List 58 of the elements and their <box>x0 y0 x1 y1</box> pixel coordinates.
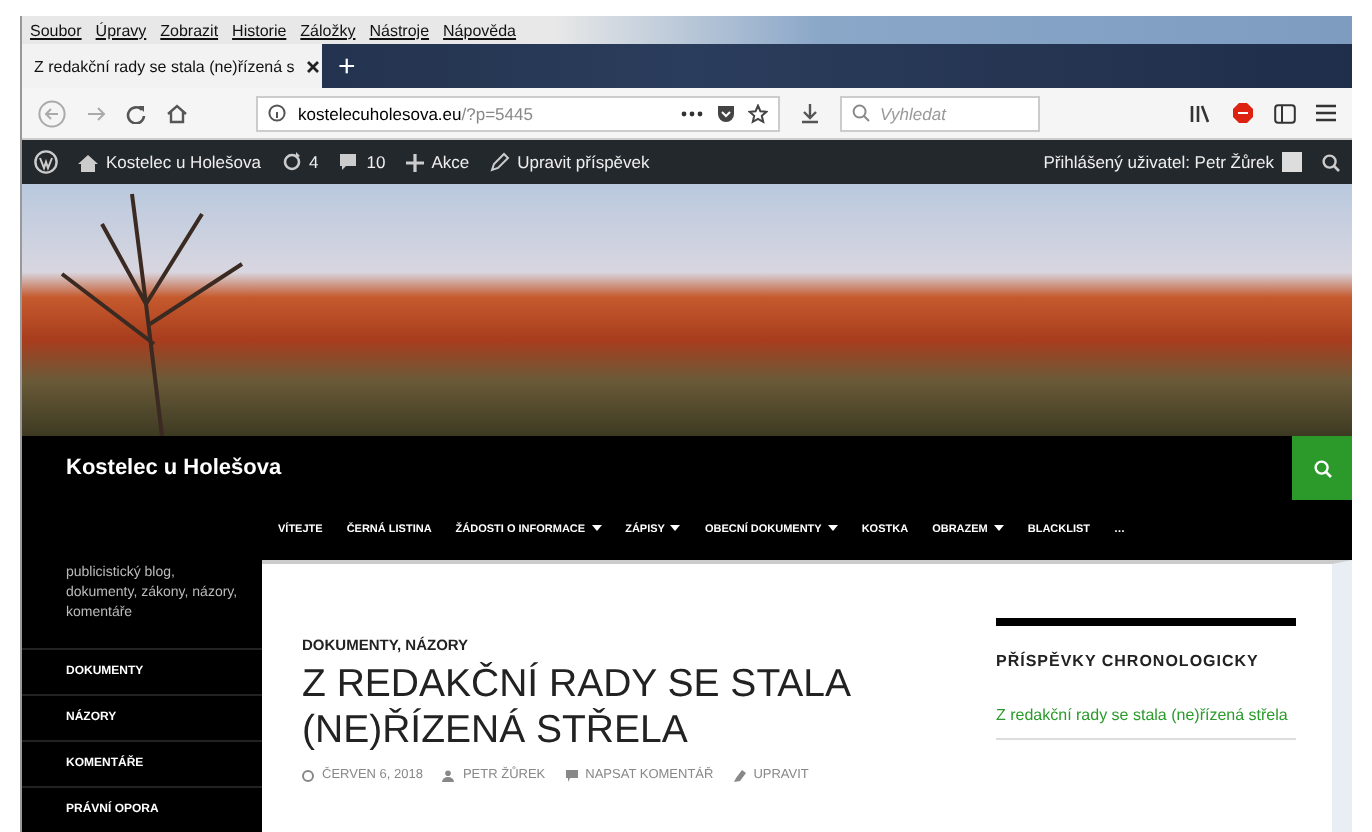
search-icon <box>852 104 870 122</box>
user-greeting: Přihlášený uživatel: Petr Žůrek <box>1043 152 1274 172</box>
plus-icon <box>405 153 424 171</box>
post-title: Z REDAKČNÍ RADY SE STALA (NE)ŘÍZENÁ STŘELA <box>302 662 852 754</box>
download-icon[interactable] <box>800 102 820 124</box>
wordpress-icon[interactable] <box>34 150 58 174</box>
admin-bar-label: Akce <box>431 152 470 172</box>
url-text: kostelecuholesova.eu/?p=5445 <box>298 103 533 123</box>
pencil-icon <box>733 769 746 781</box>
admin-bar-label: Upravit příspěvek <box>517 152 650 172</box>
star-icon[interactable] <box>748 103 768 123</box>
widget-link[interactable]: Z redakční rady se stala (ne)řízená střela <box>996 704 1296 740</box>
home-icon <box>78 153 98 171</box>
reload-icon[interactable] <box>126 103 146 123</box>
menu-item[interactable]: Zobrazit <box>160 21 219 39</box>
site-title[interactable]: Kostelec u Holešova <box>66 456 282 480</box>
person-icon <box>442 769 455 781</box>
search-icon[interactable] <box>1322 153 1340 171</box>
search-icon <box>1313 459 1331 477</box>
widget-title: PŘÍSPĚVKY CHRONOLOGICKY <box>996 649 1261 674</box>
clock-icon <box>302 769 314 781</box>
admin-bar-label: 4 <box>309 152 319 172</box>
info-icon <box>268 104 286 122</box>
caret-icon <box>993 524 1004 532</box>
refresh-icon <box>281 152 301 172</box>
admin-bar-link[interactable]: Akce <box>405 152 470 172</box>
menu-item[interactable]: Úpravy <box>95 21 147 39</box>
search-button[interactable] <box>1292 436 1352 500</box>
menu-item[interactable]: Soubor <box>30 21 82 39</box>
comment-icon <box>565 769 578 781</box>
admin-bar-link[interactable]: 4 <box>281 152 319 172</box>
adblock-icon[interactable] <box>1232 102 1254 124</box>
library-icon[interactable] <box>1190 103 1212 123</box>
new-tab-button[interactable]: + <box>322 44 372 88</box>
address-field[interactable]: kostelecuholesova.eu/?p=5445 <box>256 95 780 131</box>
home-icon[interactable] <box>166 103 188 123</box>
admin-bar-link[interactable]: Kostelec u Holešova <box>78 152 261 172</box>
admin-bar-label: 10 <box>366 152 386 172</box>
admin-bar-label: Kostelec u Holešova <box>106 152 261 172</box>
more-icon[interactable] <box>680 109 704 117</box>
pencil-icon <box>489 152 510 172</box>
caret-icon <box>827 524 838 532</box>
comment-icon <box>338 152 359 172</box>
menu-icon[interactable] <box>1316 104 1336 122</box>
menu-item[interactable]: Nástroje <box>369 21 430 39</box>
menu-item[interactable]: Záložky <box>300 21 356 39</box>
close-icon <box>306 59 321 73</box>
admin-bar-link[interactable]: 10 <box>338 152 386 172</box>
caret-icon <box>591 524 602 532</box>
shield-icon[interactable] <box>716 103 736 123</box>
sidebar-icon[interactable] <box>1274 103 1296 123</box>
menu-item[interactable]: Nápověda <box>443 21 517 39</box>
tab-title: Z redakční rady se stala (ne)řízená s <box>34 57 295 75</box>
browser-tab[interactable]: Z redakční rady se stala (ne)řízená s <box>22 44 322 88</box>
menu-item[interactable]: Historie <box>232 21 287 39</box>
search-placeholder: Vyhledat <box>880 103 946 123</box>
admin-bar-link[interactable]: Upravit příspěvek <box>489 152 650 172</box>
caret-icon <box>670 524 681 532</box>
